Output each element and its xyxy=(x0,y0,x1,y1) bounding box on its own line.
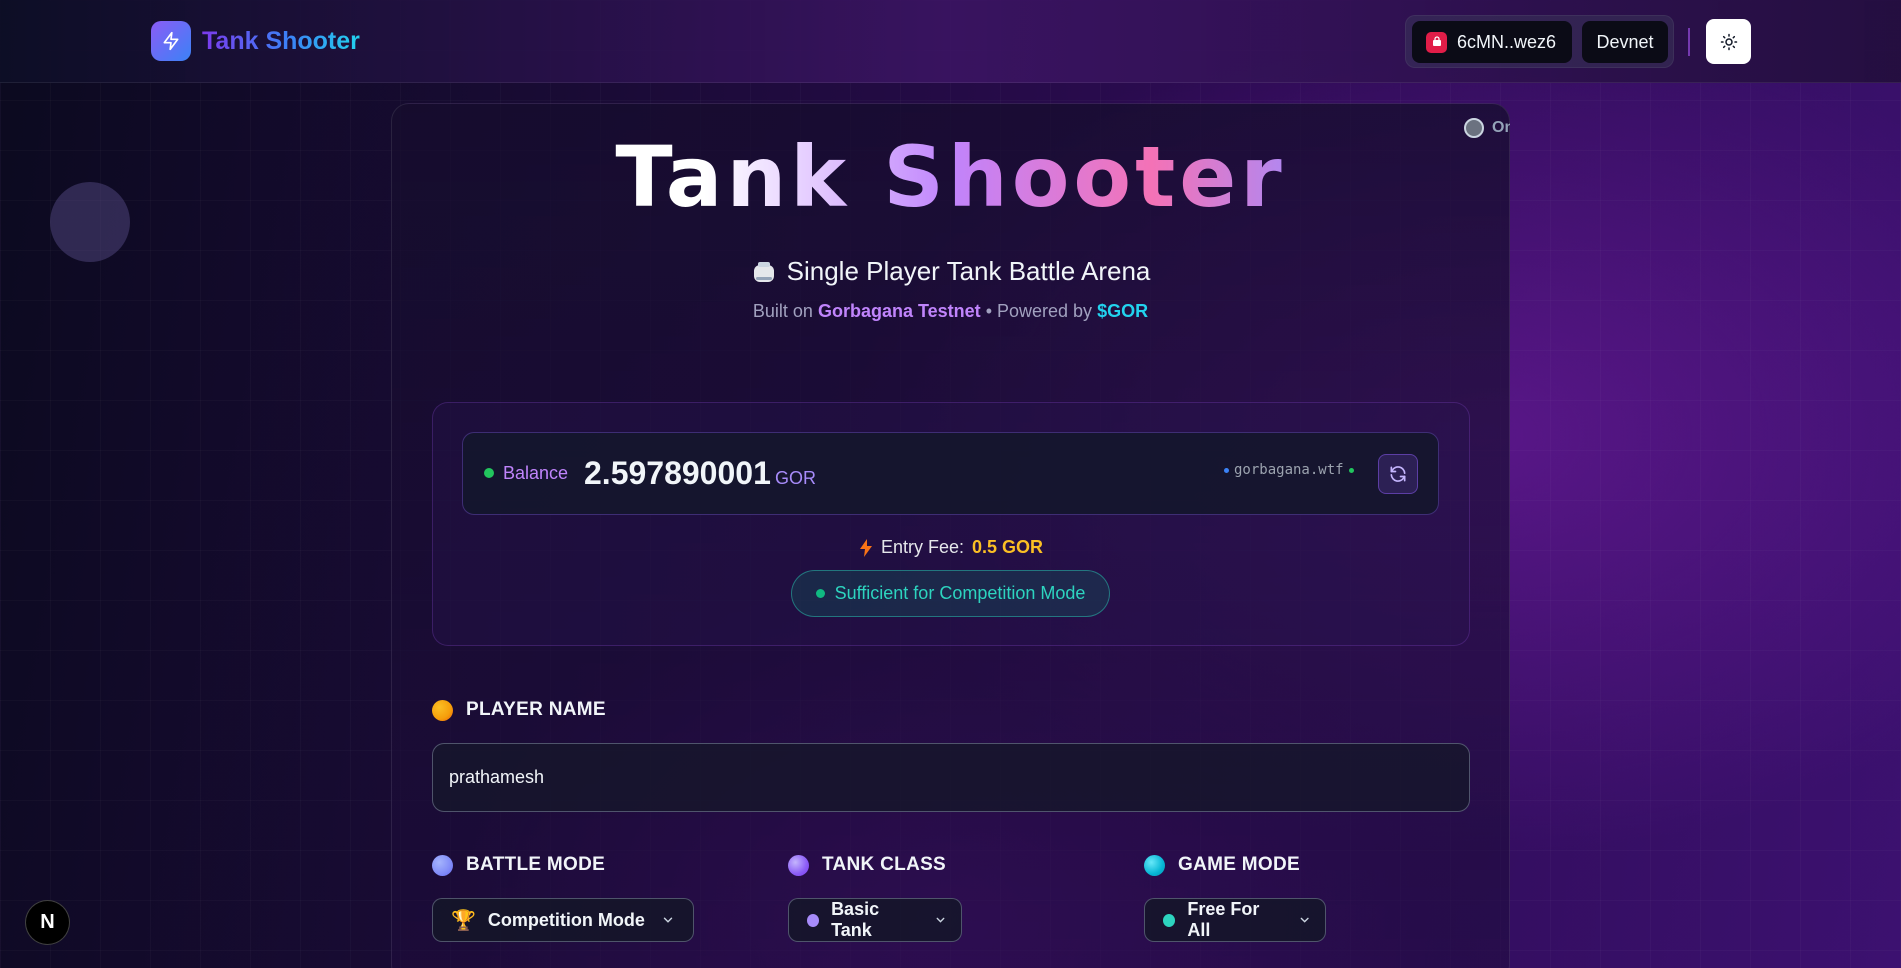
theme-toggle-button[interactable] xyxy=(1706,19,1751,64)
page-subtitle: Single Player Tank Battle Arena xyxy=(391,256,1510,287)
player-name-label-text: PLAYER NAME xyxy=(466,699,606,720)
tank-class-value: Basic Tank xyxy=(831,899,880,940)
refresh-icon xyxy=(1390,466,1406,482)
chevron-down-icon xyxy=(1300,917,1309,923)
battle-mode-select[interactable]: 🏆 Competition Mode xyxy=(432,898,694,942)
tank-class-label: TANK CLASS xyxy=(788,854,946,876)
rpc-endpoint: gorbagana.wtf xyxy=(1224,462,1354,478)
battle-mode-dot xyxy=(432,854,453,876)
brand-name: Tank Shooter xyxy=(202,26,360,55)
meta-prefix: Built on xyxy=(752,301,813,321)
game-mode-label-text: GAME MODE xyxy=(1178,854,1300,875)
entry-fee: Entry Fee: 0.5 GOR xyxy=(432,537,1470,558)
network-button[interactable]: Devnet xyxy=(1582,21,1668,63)
chevron-down-icon xyxy=(663,917,673,923)
tank-class-select[interactable]: Basic Tank xyxy=(788,898,962,942)
game-mode-dot xyxy=(1144,854,1165,876)
battle-mode-value: Competition Mode xyxy=(487,909,645,930)
framework-badge[interactable]: N xyxy=(25,900,70,945)
player-name-dot xyxy=(432,699,453,721)
wallet-icon xyxy=(1426,31,1447,53)
entry-fee-label: Entry Fee: xyxy=(880,537,964,557)
header-divider xyxy=(1688,28,1690,56)
sufficient-balance-badge: Sufficient for Competition Mode xyxy=(791,570,1110,617)
rpc-dot-left xyxy=(1224,467,1229,473)
tank-class-dot xyxy=(788,854,809,876)
chevron-down-icon xyxy=(936,917,945,923)
tank-class-label-text: TANK CLASS xyxy=(822,854,947,875)
network-link[interactable]: Gorbagana Testnet xyxy=(818,301,981,321)
top-navbar: Tank Shooter 6cMN..wez6 Devnet xyxy=(0,0,1901,83)
game-mode-label: GAME MODE xyxy=(1144,854,1300,876)
sufficient-dot xyxy=(815,589,825,598)
balance-unit: GOR xyxy=(775,468,817,488)
tank-class-option-dot xyxy=(807,913,820,927)
battle-mode-label-text: BATTLE MODE xyxy=(466,854,606,875)
game-mode-value: Free For All xyxy=(1187,899,1260,940)
rpc-dot-right xyxy=(1348,467,1354,473)
balance-amount: 2.597890001 xyxy=(584,455,771,491)
game-mode-select[interactable]: Free For All xyxy=(1144,898,1326,942)
sufficient-text: Sufficient for Competition Mode xyxy=(834,583,1086,603)
token-link[interactable]: $GOR xyxy=(1097,301,1148,321)
balance-label: Balance xyxy=(503,463,569,483)
wallet-address: 6cMN..wez6 xyxy=(1457,31,1557,52)
player-name-input[interactable] xyxy=(432,743,1470,812)
sun-icon xyxy=(1720,33,1737,50)
meta-middle: • Powered by xyxy=(985,301,1093,321)
rpc-text: gorbagana.wtf xyxy=(1234,462,1344,478)
game-mode-option-dot xyxy=(1163,913,1176,927)
tank-icon xyxy=(753,261,774,282)
player-name-label: PLAYER NAME xyxy=(432,699,606,721)
brand[interactable]: Tank Shooter xyxy=(151,21,360,61)
built-on-line: Built on Gorbagana Testnet • Powered by … xyxy=(391,301,1510,322)
refresh-balance-button[interactable] xyxy=(1378,454,1418,494)
entry-fee-value: 0.5 GOR xyxy=(972,537,1044,557)
trophy-icon: 🏆 xyxy=(451,909,476,932)
lightning-icon xyxy=(859,538,872,557)
battle-mode-label: BATTLE MODE xyxy=(432,854,605,876)
page-title: Tank Shooter xyxy=(391,128,1510,226)
subtitle-text: Single Player Tank Battle Arena xyxy=(786,256,1151,286)
balance-status-dot xyxy=(484,468,494,478)
lightning-bolt-icon xyxy=(151,21,191,61)
decorative-circle xyxy=(50,182,130,262)
wallet-button[interactable]: 6cMN..wez6 xyxy=(1412,21,1572,63)
